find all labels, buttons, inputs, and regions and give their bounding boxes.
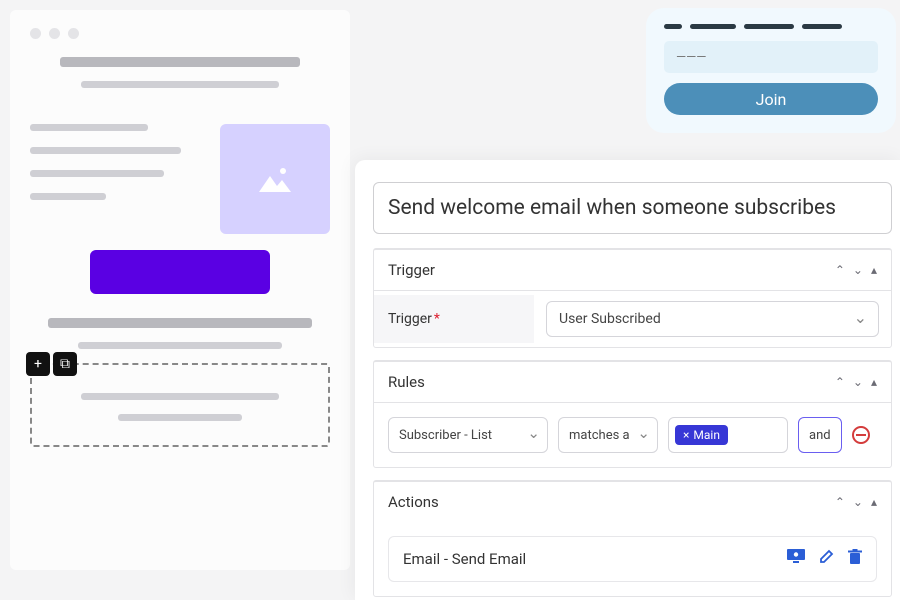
image-placeholder bbox=[220, 124, 330, 234]
automation-editor: Trigger ⌃ ⌄ ▴ Trigger* User Subscribed bbox=[355, 160, 900, 600]
pill-remove-icon[interactable]: × bbox=[683, 428, 689, 442]
placeholder-line bbox=[78, 342, 282, 349]
preview-icon[interactable] bbox=[787, 549, 805, 569]
placeholder-line bbox=[30, 124, 148, 131]
join-button[interactable]: Join bbox=[664, 83, 878, 115]
trigger-field-label: Trigger* bbox=[374, 295, 534, 343]
trigger-select[interactable]: User Subscribed bbox=[546, 301, 879, 337]
section-title: Actions bbox=[388, 493, 439, 511]
document-wireframe: + ⧉ bbox=[10, 10, 350, 570]
collapse-icon[interactable]: ▴ bbox=[871, 263, 877, 277]
subscribe-email-input[interactable] bbox=[664, 41, 878, 73]
cta-button[interactable] bbox=[90, 250, 270, 294]
trigger-section: Trigger ⌃ ⌄ ▴ Trigger* User Subscribed bbox=[373, 248, 892, 348]
action-item[interactable]: Email - Send Email bbox=[388, 536, 877, 582]
add-block-button[interactable]: + bbox=[26, 352, 50, 376]
delete-rule-button[interactable] bbox=[852, 426, 870, 444]
collapse-icon[interactable]: ▴ bbox=[871, 375, 877, 389]
rule-value-input[interactable]: × Main bbox=[668, 417, 788, 453]
placeholder-line bbox=[48, 318, 312, 328]
rule-operator-select[interactable]: matches a bbox=[558, 417, 658, 453]
rules-section: Rules ⌃ ⌄ ▴ Subscriber - List matches a … bbox=[373, 360, 892, 468]
placeholder-heading bbox=[664, 24, 878, 29]
subscribe-form-preview: Join bbox=[646, 8, 896, 133]
mountain-icon bbox=[257, 164, 293, 194]
automation-title-input[interactable] bbox=[373, 182, 892, 234]
conjunction-button[interactable]: and bbox=[798, 417, 842, 453]
block-handles: + ⧉ bbox=[26, 352, 77, 376]
selected-block[interactable]: + ⧉ bbox=[30, 363, 330, 447]
placeholder-line bbox=[30, 170, 164, 177]
rule-field-select[interactable]: Subscriber - List bbox=[388, 417, 548, 453]
placeholder-line bbox=[60, 57, 300, 67]
placeholder-line bbox=[30, 147, 181, 154]
move-up-icon[interactable]: ⌃ bbox=[835, 263, 845, 277]
edit-icon[interactable] bbox=[819, 549, 834, 569]
placeholder-line bbox=[81, 81, 279, 88]
collapse-icon[interactable]: ▴ bbox=[871, 495, 877, 509]
window-dots bbox=[30, 28, 330, 39]
placeholder-line bbox=[30, 193, 106, 200]
section-title: Trigger bbox=[388, 261, 435, 279]
action-label: Email - Send Email bbox=[403, 550, 526, 568]
placeholder-line bbox=[81, 393, 279, 400]
duplicate-block-button[interactable]: ⧉ bbox=[53, 352, 77, 376]
move-down-icon[interactable]: ⌄ bbox=[853, 375, 863, 389]
section-title: Rules bbox=[388, 373, 425, 391]
move-down-icon[interactable]: ⌄ bbox=[853, 495, 863, 509]
value-pill[interactable]: × Main bbox=[675, 425, 728, 445]
placeholder-line bbox=[118, 414, 241, 421]
move-up-icon[interactable]: ⌃ bbox=[835, 375, 845, 389]
actions-section: Actions ⌃ ⌄ ▴ Email - Send Email bbox=[373, 480, 892, 597]
move-down-icon[interactable]: ⌄ bbox=[853, 263, 863, 277]
trash-icon[interactable] bbox=[848, 549, 862, 569]
move-up-icon[interactable]: ⌃ bbox=[835, 495, 845, 509]
